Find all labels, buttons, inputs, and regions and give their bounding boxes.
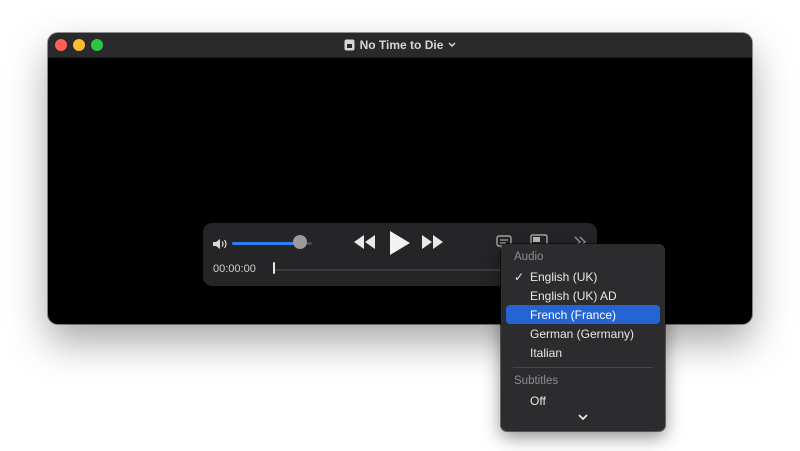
audio-item-german-germany[interactable]: German (Germany) [506,324,660,343]
window-title: No Time to Die [359,38,444,52]
menu-item-label: Off [530,393,546,408]
menu-item-label: French (France) [530,307,617,322]
rewind-icon[interactable] [354,235,376,254]
elapsed-time: 00:00:00 [213,263,256,275]
scrubber-playhead[interactable] [273,262,275,274]
menu-item-label: English (UK) [530,269,598,284]
title-bar[interactable]: No Time to Die [48,33,752,58]
audio-item-french-france[interactable]: French (France) [506,305,660,324]
subtitles-header: Subtitles [514,375,559,387]
menu-item-label: Italian [530,345,563,360]
audio-subtitles-menu: Audio ✓ English (UK) English (UK) AD Fre… [501,244,665,431]
audio-item-english-uk-ad[interactable]: English (UK) AD [506,286,660,305]
subtitle-item-off[interactable]: Off [506,391,660,410]
menu-divider [513,367,653,368]
audio-item-italian[interactable]: Italian [506,343,660,362]
menu-item-label: English (UK) AD [530,288,617,303]
volume-fill [232,242,300,245]
document-icon [344,39,355,51]
chevron-down-icon[interactable] [501,414,665,421]
audio-header: Audio [514,251,544,263]
chevron-down-icon[interactable] [448,42,456,48]
volume-knob[interactable] [293,235,307,249]
speaker-icon[interactable] [212,237,229,255]
fast-forward-icon[interactable] [422,235,444,254]
menu-item-label: German (Germany) [530,326,635,341]
audio-item-english-uk[interactable]: ✓ English (UK) [506,267,660,286]
window-title-group[interactable]: No Time to Die [48,33,752,57]
scrubber-track[interactable] [273,269,533,271]
play-icon[interactable] [389,230,411,261]
checkmark-icon: ✓ [513,269,525,284]
